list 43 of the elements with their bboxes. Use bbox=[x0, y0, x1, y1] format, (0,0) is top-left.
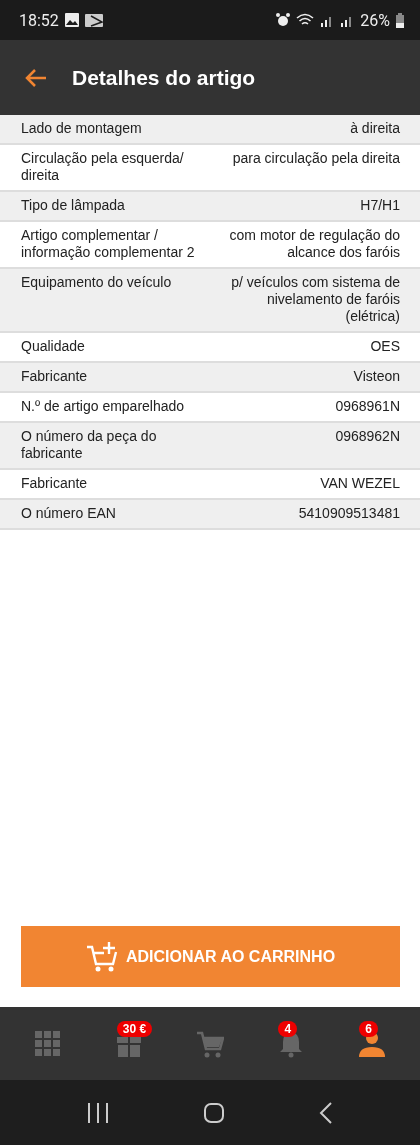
detail-label: Tipo de lâmpada bbox=[21, 197, 126, 214]
detail-label: Circulação pela esquerda/ direita bbox=[21, 150, 185, 184]
gift-tab[interactable]: 30 € bbox=[88, 1018, 170, 1069]
detail-value: 0968962N bbox=[335, 428, 400, 446]
detail-value: Visteon bbox=[353, 368, 400, 385]
grid-icon bbox=[34, 1029, 63, 1058]
detail-label: Equipamento do veículo bbox=[21, 274, 173, 292]
detail-label: O número da peça do fabricante bbox=[21, 428, 158, 462]
detail-value: para circulação pela direita bbox=[232, 150, 400, 168]
detail-label: Qualidade bbox=[21, 338, 86, 355]
battery-level: 26% bbox=[360, 10, 390, 30]
detail-label: Lado de montagem bbox=[21, 120, 143, 137]
detail-value: 5410909513481 bbox=[298, 505, 400, 522]
detail-value: com motor de regulação do alcance dos faróis bbox=[228, 227, 400, 261]
screen-title: Detalhes do artigo bbox=[72, 65, 256, 90]
detail-value: H7/H1 bbox=[360, 197, 400, 214]
detail-label: N.º de artigo emparelhado bbox=[21, 398, 186, 415]
detail-value: à direita bbox=[350, 120, 400, 137]
person-tab[interactable]: 6 bbox=[331, 1018, 412, 1069]
count-badge: 6 bbox=[359, 1020, 378, 1037]
clock: 18:52 bbox=[19, 10, 59, 30]
alarm-icon bbox=[276, 13, 291, 27]
image-icon bbox=[64, 13, 79, 27]
detail-label: Fabricante bbox=[21, 368, 89, 385]
detail-value: 0968961N bbox=[335, 398, 400, 415]
count-badge: 4 bbox=[278, 1020, 298, 1037]
detail-value: OES bbox=[370, 338, 400, 355]
battery-icon bbox=[396, 12, 404, 28]
detail-label: O número EAN bbox=[21, 505, 117, 522]
detail-value: VAN WEZEL bbox=[320, 475, 400, 492]
detail-value: p/ veículos com sistema de nivelamento de faróis (elétrica) bbox=[230, 274, 400, 325]
cart-plus-icon bbox=[85, 940, 118, 973]
cart-icon bbox=[196, 1029, 224, 1058]
count-badge: 30 € bbox=[116, 1020, 153, 1037]
back-icon[interactable] bbox=[317, 1101, 334, 1124]
add-to-cart-button[interactable]: ADICIONAR AO CARRINHO bbox=[21, 926, 400, 987]
detail-label: Fabricante bbox=[21, 475, 89, 492]
home-icon[interactable] bbox=[203, 1101, 225, 1124]
bell-tab[interactable]: 4 bbox=[250, 1018, 332, 1069]
detail-label: Artigo complementar / informação complementar 2 bbox=[21, 227, 196, 261]
recent-apps-icon[interactable] bbox=[86, 1101, 111, 1124]
back-arrow-icon[interactable] bbox=[24, 67, 48, 88]
wifi-icon bbox=[296, 13, 315, 27]
